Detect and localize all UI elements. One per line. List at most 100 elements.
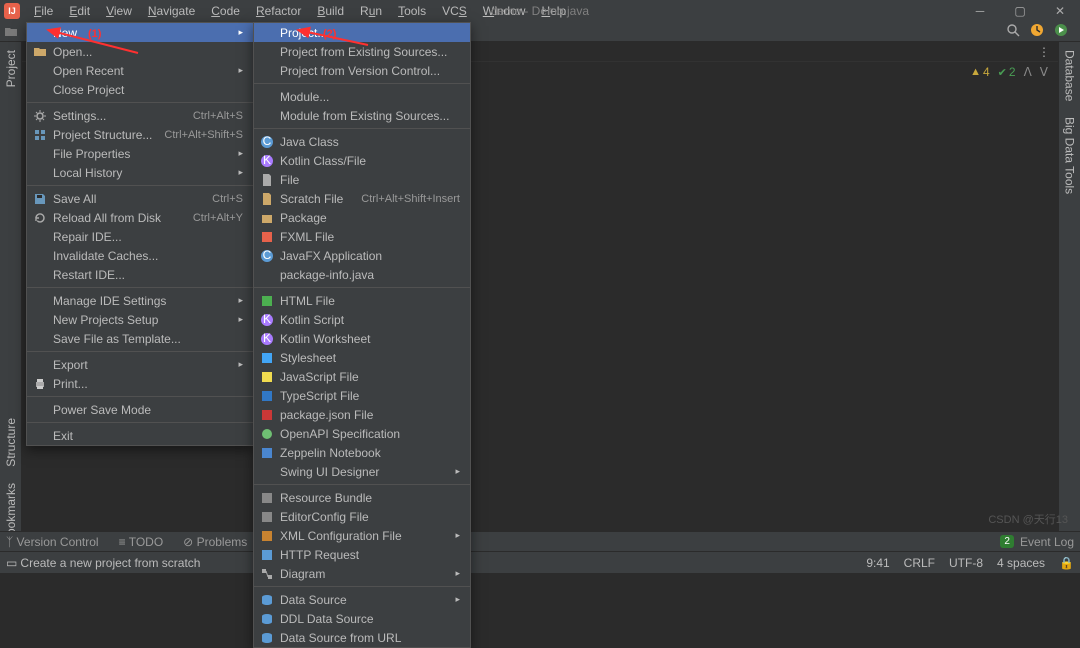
menu-file[interactable]: File [26,1,61,21]
new-menu-item-10[interactable]: Scratch FileCtrl+Alt+Shift+Insert [254,189,470,208]
status-tip: Create a new project from scratch [20,556,200,570]
new-menu-item-25[interactable]: Swing UI Designer▸ [254,462,470,481]
file-menu-item-16[interactable]: Manage IDE Settings▸ [27,291,253,310]
struct-icon [33,128,47,142]
file-menu-item-23[interactable]: Power Save Mode [27,400,253,419]
file-menu-item-12[interactable]: Repair IDE... [27,227,253,246]
tab-project[interactable]: Project [2,42,20,95]
checks-badge[interactable]: ✔ 2 [998,65,1016,79]
new-menu-item-7[interactable]: CJava Class [254,132,470,151]
new-menu-item-33[interactable]: Data Source▸ [254,590,470,609]
new-menu-item-22[interactable]: package.json File [254,405,470,424]
update-icon[interactable] [1030,23,1044,40]
file-menu-item-6[interactable]: Project Structure...Ctrl+Alt+Shift+S [27,125,253,144]
search-icon[interactable] [1006,23,1020,40]
new-menu-item-11[interactable]: Package [254,208,470,227]
new-menu-item-12[interactable]: FXML File [254,227,470,246]
line-separator[interactable]: CRLF [904,556,935,570]
file-menu-item-20[interactable]: Export▸ [27,355,253,374]
k-icon: K [260,332,274,346]
new-menu-item-29[interactable]: XML Configuration File▸ [254,526,470,545]
file-menu-item-21[interactable]: Print... [27,374,253,393]
fxml-icon [260,230,274,244]
new-menu-item-24[interactable]: Zeppelin Notebook [254,443,470,462]
new-menu-item-30[interactable]: HTTP Request [254,545,470,564]
new-menu-label: Package [280,211,327,225]
file-menu-item-3[interactable]: Close Project [27,80,253,99]
new-menu-item-31[interactable]: Diagram▸ [254,564,470,583]
file-menu-item-0[interactable]: New▸ [27,23,253,42]
new-menu-item-1[interactable]: Project from Existing Sources... [254,42,470,61]
menu-build[interactable]: Build [309,1,352,21]
more-icon[interactable]: ⋮ [1038,45,1050,59]
file-menu-item-14[interactable]: Restart IDE... [27,265,253,284]
titlebar: IJ File Edit View Navigate Code Refactor… [0,0,1080,22]
tab-todo[interactable]: ≡ TODO [119,535,164,549]
file-menu-label: File Properties [53,147,130,161]
lock-icon[interactable]: 🔒 [1059,556,1074,570]
new-menu-item-16[interactable]: HTML File [254,291,470,310]
file-menu-item-17[interactable]: New Projects Setup▸ [27,310,253,329]
new-menu-item-2[interactable]: Project from Version Control... [254,61,470,80]
new-menu-item-19[interactable]: Stylesheet [254,348,470,367]
file-menu-label: Print... [53,377,88,391]
close-button[interactable]: ✕ [1040,0,1080,22]
tab-database[interactable]: Database [1061,42,1079,109]
menu-run[interactable]: Run [352,1,390,21]
new-menu-item-5[interactable]: Module from Existing Sources... [254,106,470,125]
encoding[interactable]: UTF-8 [949,556,983,570]
file-menu-item-5[interactable]: Settings...Ctrl+Alt+S [27,106,253,125]
file-menu-item-7[interactable]: File Properties▸ [27,144,253,163]
new-menu-item-27[interactable]: Resource Bundle [254,488,470,507]
new-menu-item-28[interactable]: EditorConfig File [254,507,470,526]
new-menu-item-9[interactable]: File [254,170,470,189]
tab-structure[interactable]: Structure [2,410,20,475]
menu-view[interactable]: View [98,1,140,21]
new-menu-label: Java Class [280,135,339,149]
warnings-badge[interactable]: ▲ 4 [970,65,990,79]
new-menu-label: Kotlin Script [280,313,344,327]
run-icon[interactable] [1054,23,1068,40]
file-menu-item-8[interactable]: Local History▸ [27,163,253,182]
tab-version-control[interactable]: ᛉ Version Control [6,535,99,549]
new-menu-item-23[interactable]: OpenAPI Specification [254,424,470,443]
new-menu-item-20[interactable]: JavaScript File [254,367,470,386]
caret-position[interactable]: 9:41 [866,556,889,570]
svg-text:K: K [263,154,271,167]
new-menu-item-14[interactable]: package-info.java [254,265,470,284]
menu-code[interactable]: Code [203,1,248,21]
file-menu-item-10[interactable]: Save AllCtrl+S [27,189,253,208]
maximize-button[interactable]: ▢ [1000,0,1040,22]
file-menu-item-25[interactable]: Exit [27,426,253,445]
menu-refactor[interactable]: Refactor [248,1,309,21]
event-log-label[interactable]: Event Log [1020,535,1074,549]
menu-navigate[interactable]: Navigate [140,1,203,21]
minimize-button[interactable]: ─ [960,0,1000,22]
file-menu-item-13[interactable]: Invalidate Caches... [27,246,253,265]
folder-icon[interactable] [0,25,22,39]
chevron-down-icon[interactable]: ᐯ [1040,65,1048,79]
event-log-count[interactable]: 2 [1000,535,1014,548]
chevron-up-icon[interactable]: ᐱ [1024,65,1032,79]
file-menu-item-1[interactable]: Open... [27,42,253,61]
menu-vcs[interactable]: VCS [434,1,475,21]
new-menu-item-17[interactable]: KKotlin Script [254,310,470,329]
annotation-label-2: (2) [323,28,336,40]
tab-bigdata[interactable]: Big Data Tools [1061,109,1079,202]
new-menu-item-18[interactable]: KKotlin Worksheet [254,329,470,348]
file-icon [260,173,274,187]
file-menu-item-2[interactable]: Open Recent▸ [27,61,253,80]
new-menu-item-8[interactable]: KKotlin Class/File [254,151,470,170]
menu-edit[interactable]: Edit [61,1,98,21]
new-menu-item-4[interactable]: Module... [254,87,470,106]
indent[interactable]: 4 spaces [997,556,1045,570]
file-menu-item-18[interactable]: Save File as Template... [27,329,253,348]
tab-problems[interactable]: ⊘ Problems [183,535,247,549]
menu-tools[interactable]: Tools [390,1,434,21]
new-menu-item-34[interactable]: DDL Data Source [254,609,470,628]
new-menu-item-0[interactable]: Project... [254,23,470,42]
file-menu-item-11[interactable]: Reload All from DiskCtrl+Alt+Y [27,208,253,227]
new-menu-item-21[interactable]: TypeScript File [254,386,470,405]
new-menu-item-13[interactable]: CJavaFX Application [254,246,470,265]
new-menu-item-35[interactable]: Data Source from URL [254,628,470,647]
